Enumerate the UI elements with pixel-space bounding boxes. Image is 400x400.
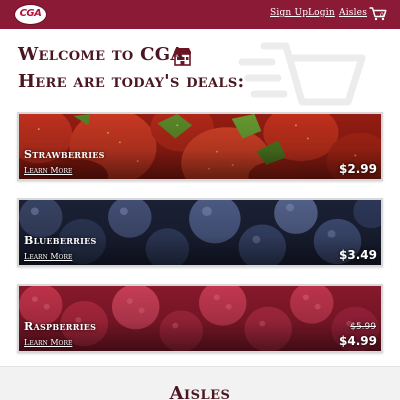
cart-count-badge: 0 xyxy=(380,12,384,19)
learn-more-link[interactable]: Learn More xyxy=(24,166,72,175)
background-cart-icon xyxy=(238,42,366,106)
deal-name: Blueberries xyxy=(24,234,97,247)
cga-logo[interactable]: CGA xyxy=(14,4,47,25)
deal-name: Raspberries xyxy=(24,320,97,333)
learn-more-link[interactable]: Learn More xyxy=(24,338,72,347)
image-shade xyxy=(19,286,381,351)
aisles-section: Aisles xyxy=(0,366,400,400)
welcome-heading: Welcome to CGA xyxy=(18,44,185,65)
image-shade xyxy=(19,114,381,179)
learn-more-link[interactable]: Learn More xyxy=(24,252,72,261)
aisles-link[interactable]: Aisles xyxy=(339,8,367,22)
deals-heading: Here are today's deals: xyxy=(18,71,245,92)
cart-icon[interactable] xyxy=(369,7,387,21)
deal-price: $2.99 xyxy=(339,162,377,176)
sign-up-link[interactable]: Sign Up xyxy=(270,8,308,22)
login-link[interactable]: Login xyxy=(308,8,335,22)
deal-price: $4.99 xyxy=(339,334,377,348)
top-nav-bar: CGA Sign Up Login Aisles 0 xyxy=(0,0,400,29)
logo-text: CGA xyxy=(19,8,42,19)
deal-card-raspberries[interactable]: Raspberries Learn More $5.99 $4.99 xyxy=(17,284,383,353)
image-shade xyxy=(19,200,381,265)
deal-name: Strawberries xyxy=(24,148,105,161)
deal-card-blueberries[interactable]: Blueberries Learn More $3.49 xyxy=(17,198,383,267)
deal-card-strawberries[interactable]: Strawberries Learn More $2.99 xyxy=(17,112,383,181)
original-price: $5.99 xyxy=(350,322,376,332)
deal-price: $3.49 xyxy=(339,248,377,262)
store-icon xyxy=(174,48,191,66)
aisles-heading: Aisles xyxy=(169,383,231,400)
